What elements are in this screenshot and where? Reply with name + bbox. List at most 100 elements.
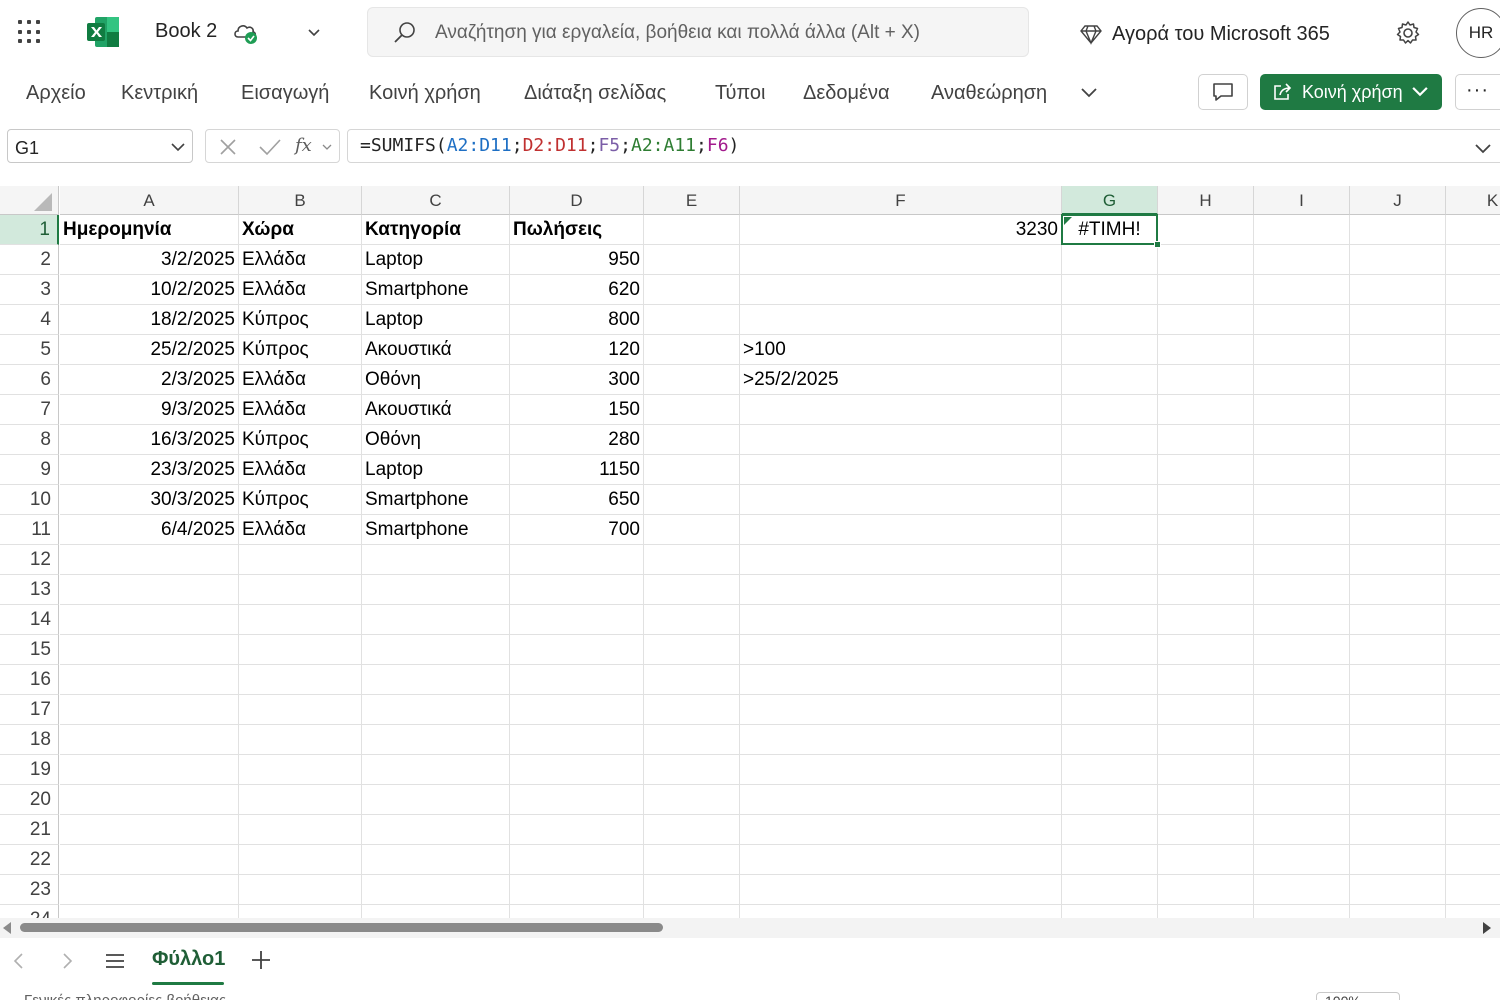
column-header-e[interactable]: E	[644, 186, 740, 215]
chevron-down-icon[interactable]	[306, 24, 322, 40]
cell-e21[interactable]	[644, 815, 740, 845]
cell-h15[interactable]	[1158, 635, 1254, 665]
cell-i5[interactable]	[1254, 335, 1350, 365]
cell-j11[interactable]	[1350, 515, 1446, 545]
cell-b12[interactable]	[239, 545, 362, 575]
cell-k11[interactable]	[1446, 515, 1500, 545]
cell-i22[interactable]	[1254, 845, 1350, 875]
cell-f2[interactable]	[740, 245, 1062, 275]
cell-k15[interactable]	[1446, 635, 1500, 665]
cell-g3[interactable]	[1062, 275, 1158, 305]
cell-j4[interactable]	[1350, 305, 1446, 335]
name-box[interactable]: G1	[7, 129, 193, 163]
row-header-1[interactable]: 1	[0, 215, 59, 245]
cell-e12[interactable]	[644, 545, 740, 575]
cell-a9[interactable]: 23/3/2025	[60, 455, 239, 485]
cell-k16[interactable]	[1446, 665, 1500, 695]
cell-g6[interactable]	[1062, 365, 1158, 395]
cell-g24[interactable]	[1062, 905, 1158, 918]
cell-g16[interactable]	[1062, 665, 1158, 695]
cell-k5[interactable]	[1446, 335, 1500, 365]
cell-i9[interactable]	[1254, 455, 1350, 485]
row-header-9[interactable]: 9	[0, 455, 59, 485]
cell-f23[interactable]	[740, 875, 1062, 905]
cell-k12[interactable]	[1446, 545, 1500, 575]
cell-j1[interactable]	[1350, 215, 1446, 245]
cell-c2[interactable]: Laptop	[362, 245, 510, 275]
cell-c15[interactable]	[362, 635, 510, 665]
cell-g15[interactable]	[1062, 635, 1158, 665]
cancel-icon[interactable]	[218, 137, 238, 157]
cell-g5[interactable]	[1062, 335, 1158, 365]
row-header-14[interactable]: 14	[0, 605, 59, 635]
cell-i3[interactable]	[1254, 275, 1350, 305]
cell-a2[interactable]: 3/2/2025	[60, 245, 239, 275]
cell-b3[interactable]: Ελλάδα	[239, 275, 362, 305]
cell-i13[interactable]	[1254, 575, 1350, 605]
cell-d16[interactable]	[510, 665, 644, 695]
cell-d23[interactable]	[510, 875, 644, 905]
cell-c21[interactable]	[362, 815, 510, 845]
cell-a5[interactable]: 25/2/2025	[60, 335, 239, 365]
cell-g7[interactable]	[1062, 395, 1158, 425]
check-icon[interactable]	[258, 137, 282, 157]
cell-d10[interactable]: 650	[510, 485, 644, 515]
cell-e6[interactable]	[644, 365, 740, 395]
cell-j20[interactable]	[1350, 785, 1446, 815]
cell-d4[interactable]: 800	[510, 305, 644, 335]
cell-a3[interactable]: 10/2/2025	[60, 275, 239, 305]
cell-e5[interactable]	[644, 335, 740, 365]
cell-c20[interactable]	[362, 785, 510, 815]
spreadsheet-grid[interactable]: A B C D E F G H I J K 1 Ημερομηνία Χώρα Κατηγορία Πωλήσ…	[0, 186, 1500, 918]
cell-f4[interactable]	[740, 305, 1062, 335]
cell-i6[interactable]	[1254, 365, 1350, 395]
chevron-down-icon[interactable]	[170, 140, 186, 154]
avatar[interactable]: HR	[1456, 8, 1500, 58]
cell-a17[interactable]	[60, 695, 239, 725]
cell-b9[interactable]: Ελλάδα	[239, 455, 362, 485]
cell-c4[interactable]: Laptop	[362, 305, 510, 335]
cell-c14[interactable]	[362, 605, 510, 635]
column-header-k[interactable]: K	[1446, 186, 1500, 215]
cell-j9[interactable]	[1350, 455, 1446, 485]
cell-k1[interactable]	[1446, 215, 1500, 245]
cell-f8[interactable]	[740, 425, 1062, 455]
row-header-16[interactable]: 16	[0, 665, 59, 695]
cell-e15[interactable]	[644, 635, 740, 665]
cell-a11[interactable]: 6/4/2025	[60, 515, 239, 545]
cell-a23[interactable]	[60, 875, 239, 905]
cell-d13[interactable]	[510, 575, 644, 605]
cell-k4[interactable]	[1446, 305, 1500, 335]
cell-g18[interactable]	[1062, 725, 1158, 755]
cell-h14[interactable]	[1158, 605, 1254, 635]
column-header-d[interactable]: D	[510, 186, 644, 215]
cell-c23[interactable]	[362, 875, 510, 905]
cell-g2[interactable]	[1062, 245, 1158, 275]
cell-b19[interactable]	[239, 755, 362, 785]
cell-f20[interactable]	[740, 785, 1062, 815]
cell-e24[interactable]	[644, 905, 740, 918]
cell-e2[interactable]	[644, 245, 740, 275]
cell-i23[interactable]	[1254, 875, 1350, 905]
cell-b22[interactable]	[239, 845, 362, 875]
cell-e20[interactable]	[644, 785, 740, 815]
cell-f19[interactable]	[740, 755, 1062, 785]
cell-b17[interactable]	[239, 695, 362, 725]
cell-e19[interactable]	[644, 755, 740, 785]
cell-a16[interactable]	[60, 665, 239, 695]
cell-a18[interactable]	[60, 725, 239, 755]
cell-i20[interactable]	[1254, 785, 1350, 815]
cell-i8[interactable]	[1254, 425, 1350, 455]
cell-k20[interactable]	[1446, 785, 1500, 815]
gear-icon[interactable]	[1394, 19, 1422, 47]
column-header-b[interactable]: B	[239, 186, 362, 215]
tab-share[interactable]: Κοινή χρήση	[369, 82, 481, 105]
column-header-c[interactable]: C	[362, 186, 510, 215]
column-header-i[interactable]: I	[1254, 186, 1350, 215]
cell-e7[interactable]	[644, 395, 740, 425]
cell-k22[interactable]	[1446, 845, 1500, 875]
row-header-4[interactable]: 4	[0, 305, 59, 335]
zoom-select[interactable]: 100%	[1316, 992, 1400, 1000]
cell-c16[interactable]	[362, 665, 510, 695]
cell-a15[interactable]	[60, 635, 239, 665]
